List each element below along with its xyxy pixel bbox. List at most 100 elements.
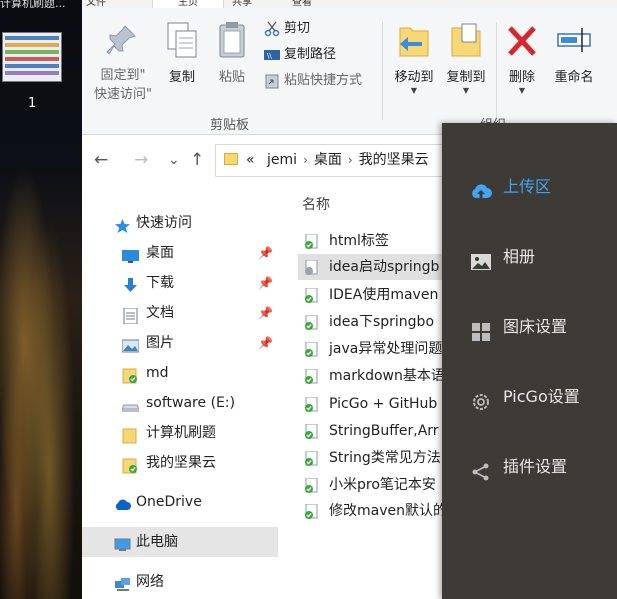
nav-item-label: 文档 (146, 305, 174, 321)
picgo-menu-upload[interactable]: 上传区 (442, 167, 617, 207)
paste-button[interactable]: 粘贴 (210, 16, 254, 85)
forward-button[interactable]: → (134, 150, 148, 170)
svg-text:\\: \\ (267, 52, 272, 60)
file-name: java异常处理问题 (329, 341, 443, 357)
nav-item-label: software (E:) (146, 395, 236, 411)
breadcrumb-separator-icon[interactable]: › (303, 153, 308, 167)
paste-shortcut-label: 粘贴快捷方式 (284, 73, 363, 88)
nav-item-quick-access[interactable]: 快速访问 (82, 208, 278, 238)
picgo-menu-album[interactable]: 相册 (442, 237, 617, 277)
nav-item-jianguoyun[interactable]: 我的坚果云 (82, 448, 278, 478)
tab-view[interactable]: 查看 (292, 0, 342, 8)
ribbon-separator (382, 22, 383, 120)
nav-item-onedrive[interactable]: OneDrive (82, 487, 278, 517)
nav-item-software-drive[interactable]: software (E:) (82, 388, 278, 418)
breadcrumb-desktop[interactable]: 桌面 (314, 152, 342, 168)
copy-path-button[interactable]: \\ 复制路径 (264, 44, 336, 66)
move-to-label: 移动到 (394, 70, 434, 85)
picgo-menu-label: PicGo设置 (503, 387, 580, 406)
markdown-file-synced-icon (304, 423, 320, 439)
nav-item-computer-practice[interactable]: 计算机刷题 (82, 418, 278, 448)
nav-item-label: 计算机刷题 (146, 425, 216, 441)
nav-item-label: 网络 (136, 574, 164, 590)
rename-button[interactable]: 重命名 (548, 16, 600, 85)
paste-shortcut-button[interactable]: 粘贴快捷方式 (264, 70, 362, 92)
picgo-menu-plugin-settings[interactable]: 插件设置 (442, 447, 617, 487)
window-thumbnail[interactable] (2, 32, 62, 82)
desktop-icon (122, 245, 139, 263)
nav-item-downloads[interactable]: 下载 📌 (82, 268, 278, 298)
cloud-icon (114, 494, 131, 510)
pin-icon[interactable]: 📌 (258, 238, 273, 268)
nav-item-documents[interactable]: 文档 📌 (82, 298, 278, 328)
download-icon (122, 275, 139, 292)
copy-to-dropdown-icon: ▼ (462, 86, 470, 95)
nav-item-label: OneDrive (136, 494, 202, 510)
back-button[interactable]: ← (94, 150, 108, 170)
desktop-background: 计算机刷题... 1 (0, 0, 82, 599)
ribbon-panel: 固定到" 快速访问" 复制 粘贴 剪切 \\ 复制路径 粘贴快捷方式 剪贴板 移… (82, 8, 617, 135)
delete-label: 删除 (508, 70, 535, 85)
nav-item-label: md (146, 365, 169, 381)
delete-button[interactable]: 删除 ▼ (502, 16, 542, 95)
picgo-side-menu: 上传区 相册 图床设置 PicGo设置 插件设置 (442, 123, 617, 599)
picture-icon (470, 247, 492, 270)
breadcrumb-separator-icon[interactable]: › (348, 153, 353, 167)
file-name: 小米pro笔记本安 (329, 477, 436, 493)
copy-path-label: 复制路径 (284, 47, 337, 62)
nav-item-this-pc[interactable]: 此电脑 (82, 527, 278, 557)
grid-icon (470, 317, 492, 341)
nav-item-label: 我的坚果云 (146, 455, 216, 471)
paste-label: 粘贴 (218, 70, 245, 85)
upload-cloud-icon (470, 177, 492, 198)
pin-icon[interactable]: 📌 (258, 328, 273, 358)
ribbon-tabs: 文件 主页 共享 查看 (82, 0, 617, 8)
ribbon-separator (496, 22, 497, 120)
file-name: markdown基本语 (329, 368, 445, 384)
markdown-file-synced-icon (304, 314, 320, 330)
pin-icon (105, 20, 141, 60)
breadcrumb-jianguoyun[interactable]: 我的坚果云 (359, 152, 429, 168)
nav-item-label: 快速访问 (136, 215, 192, 231)
tab-home[interactable]: 主页 (152, 0, 224, 8)
file-name: IDEA使用maven (329, 287, 439, 303)
paste-icon (214, 20, 250, 60)
nav-item-label: 图片 (146, 335, 174, 351)
picgo-menu-image-host-settings[interactable]: 图床设置 (442, 307, 617, 347)
nav-item-desktop[interactable]: 桌面 📌 (82, 238, 278, 268)
picture-icon (121, 335, 140, 353)
picgo-menu-label: 相册 (503, 247, 536, 266)
move-to-dropdown-icon: ▼ (410, 86, 418, 95)
markdown-file-syncing-icon (304, 259, 320, 275)
tab-file[interactable]: 文件 (86, 0, 146, 8)
pin-icon[interactable]: 📌 (258, 268, 273, 298)
copy-button[interactable]: 复制 (162, 16, 202, 85)
up-button[interactable]: ↑ (190, 150, 204, 170)
copy-label: 复制 (168, 70, 195, 85)
move-to-button[interactable]: 移动到 ▼ (390, 16, 438, 95)
markdown-file-synced-icon (304, 477, 320, 493)
nav-item-pictures[interactable]: 图片 📌 (82, 328, 278, 358)
network-icon (114, 574, 131, 591)
file-name: idea启动springb (329, 259, 440, 275)
picgo-menu-picgo-settings[interactable]: PicGo设置 (442, 377, 617, 417)
pin-icon[interactable]: 📌 (258, 298, 273, 328)
move-to-icon (396, 20, 432, 60)
recent-locations-button[interactable]: ⌄ (168, 152, 180, 168)
file-name: PicGo + GitHub (329, 396, 438, 412)
breadcrumb-jemi[interactable]: jemi (267, 152, 297, 168)
nav-item-md[interactable]: md (82, 358, 278, 388)
breadcrumb-overflow[interactable]: « (246, 152, 255, 168)
navigation-pane: 快速访问 桌面 📌 下载 📌 文档 📌 图片 📌 md software (E:… (82, 186, 278, 599)
markdown-file-synced-icon (304, 503, 320, 519)
tab-share[interactable]: 共享 (232, 0, 282, 8)
nav-item-network[interactable]: 网络 (82, 567, 278, 597)
nav-item-label: 下载 (146, 275, 174, 291)
cut-label: 剪切 (284, 21, 311, 36)
scissors-icon (264, 21, 280, 37)
pin-quick-access-button[interactable]: 固定到" 快速访问" (88, 16, 158, 104)
column-header-name[interactable]: 名称 (302, 194, 330, 214)
cut-button[interactable]: 剪切 (264, 18, 310, 40)
nav-item-label: 桌面 (146, 245, 174, 261)
copy-to-button[interactable]: 复制到 ▼ (442, 16, 490, 95)
